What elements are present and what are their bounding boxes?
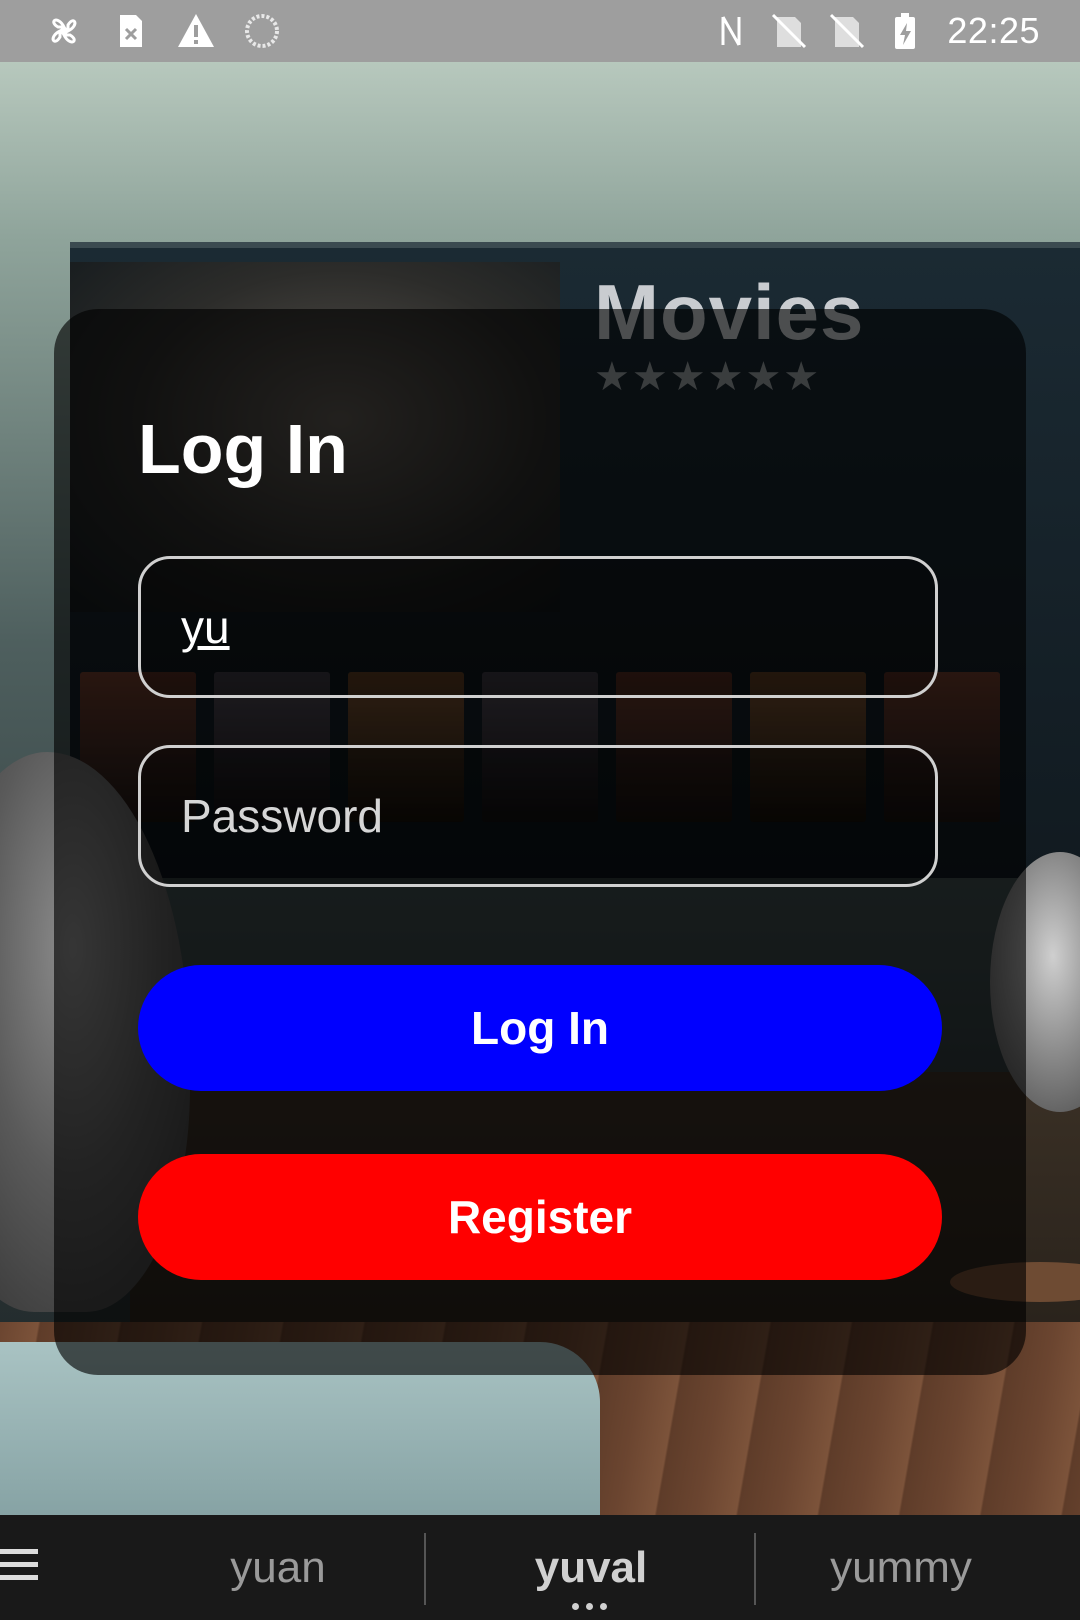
password-field[interactable] (138, 745, 938, 887)
status-bar: 22:25 (0, 0, 1080, 62)
app-screen: 22:25 Movies ★★★★★★ Log In (0, 0, 1080, 1620)
register-button[interactable]: Register (138, 1154, 942, 1280)
username-input[interactable] (181, 559, 901, 695)
login-card: Log In Log In Register (54, 309, 1026, 1375)
status-time: 22:25 (947, 10, 1040, 51)
nfc-icon (721, 16, 741, 46)
status-bar-right-icons: 22:25 (711, 0, 1040, 62)
keyboard-suggestion-bar: yuan yuval yummy (0, 1515, 1080, 1620)
no-sim-icon (830, 13, 865, 49)
login-title: Log In (138, 410, 348, 488)
more-options-icon[interactable] (572, 1603, 607, 1610)
suggestion-item[interactable]: yuan (110, 1515, 446, 1620)
loading-icon (245, 14, 279, 48)
fan-icon (51, 18, 77, 44)
username-field[interactable] (138, 556, 938, 698)
sim-error-icon (120, 15, 142, 47)
warning-icon (178, 14, 214, 47)
menu-icon[interactable] (0, 1549, 40, 1589)
password-input[interactable] (181, 748, 901, 884)
battery-charging-icon (895, 13, 916, 49)
suggestion-item[interactable]: yummy (756, 1515, 1046, 1620)
login-button[interactable]: Log In (138, 965, 942, 1091)
no-sim-icon (772, 13, 807, 49)
status-bar-left-icons (44, 0, 282, 62)
